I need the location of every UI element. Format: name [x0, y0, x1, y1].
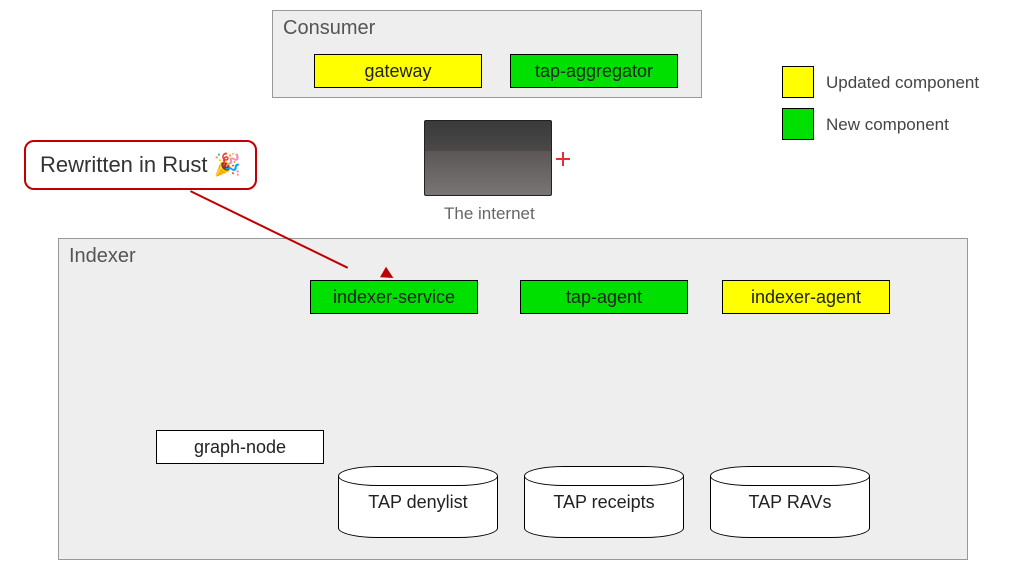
legend-new-label: New component — [826, 115, 949, 135]
indexer-service-box: indexer-service — [310, 280, 478, 314]
guide-marker-icon — [556, 152, 570, 166]
indexer-title: Indexer — [69, 245, 136, 268]
tap-aggregator-label: tap-aggregator — [535, 61, 653, 82]
indexer-service-label: indexer-service — [333, 287, 455, 308]
gateway-box: gateway — [314, 54, 482, 88]
legend-updated-label: Updated component — [826, 73, 979, 93]
legend-updated-swatch — [782, 66, 814, 98]
tap-ravs-cylinder: TAP RAVs — [710, 466, 870, 538]
graph-node-box: graph-node — [156, 430, 324, 464]
internet-image — [424, 120, 552, 196]
consumer-title: Consumer — [283, 17, 375, 40]
tap-agent-label: tap-agent — [566, 287, 642, 308]
gateway-label: gateway — [364, 61, 431, 82]
indexer-agent-box: indexer-agent — [722, 280, 890, 314]
tap-aggregator-box: tap-aggregator — [510, 54, 678, 88]
tap-receipts-cylinder: TAP receipts — [524, 466, 684, 538]
tap-denylist-cylinder: TAP denylist — [338, 466, 498, 538]
tap-agent-box: tap-agent — [520, 280, 688, 314]
rust-callout-text: Rewritten in Rust 🎉 — [40, 152, 241, 177]
graph-node-label: graph-node — [194, 437, 286, 458]
tap-receipts-label: TAP receipts — [553, 492, 654, 513]
tap-ravs-label: TAP RAVs — [748, 492, 831, 513]
internet-caption: The internet — [444, 204, 535, 224]
tap-denylist-label: TAP denylist — [368, 492, 467, 513]
rust-callout: Rewritten in Rust 🎉 — [24, 140, 257, 190]
indexer-agent-label: indexer-agent — [751, 287, 861, 308]
legend-new-swatch — [782, 108, 814, 140]
